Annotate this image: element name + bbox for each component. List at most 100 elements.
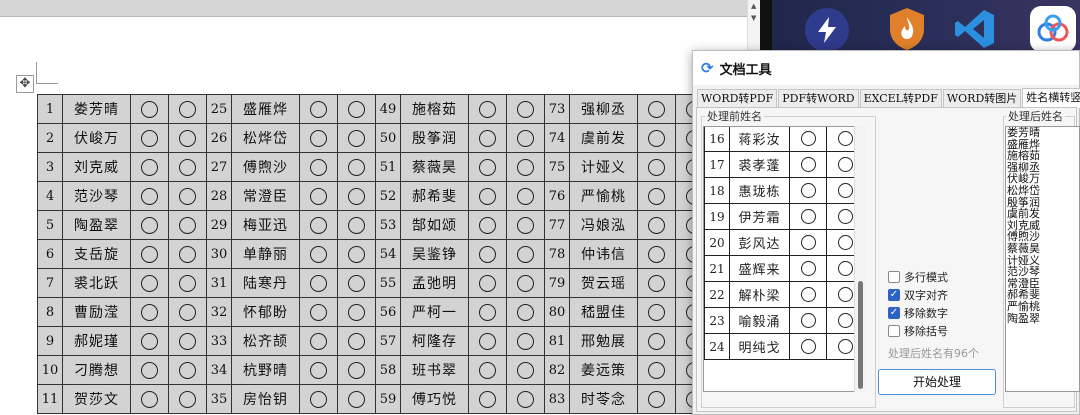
circle-cell[interactable] xyxy=(468,152,507,182)
option-3[interactable]: ✓ 移除数字 xyxy=(888,304,948,322)
circle-cell[interactable] xyxy=(299,355,338,385)
circle-cell[interactable] xyxy=(506,326,545,356)
circle-cell[interactable] xyxy=(468,268,507,298)
tab-1[interactable]: WORD转PDF xyxy=(697,89,778,107)
circle-cell[interactable] xyxy=(468,239,507,269)
circle-cell[interactable] xyxy=(337,123,376,153)
checkbox[interactable] xyxy=(888,271,900,283)
circle-cell[interactable] xyxy=(468,181,507,211)
circle-cell[interactable] xyxy=(506,239,545,269)
checkbox[interactable]: ✓ xyxy=(888,307,900,319)
vscode-icon[interactable] xyxy=(952,6,998,52)
circle-cell[interactable] xyxy=(299,297,338,327)
circle-cell[interactable] xyxy=(130,268,169,298)
circle-cell[interactable] xyxy=(130,355,169,385)
circle-cell[interactable] xyxy=(506,210,545,240)
circle-cell[interactable] xyxy=(506,123,545,153)
circle-cell[interactable] xyxy=(168,297,207,327)
lightning-icon[interactable] xyxy=(805,8,849,52)
circle-cell[interactable] xyxy=(299,210,338,240)
circle-cell[interactable] xyxy=(168,210,207,240)
circle-cell[interactable] xyxy=(130,94,169,124)
circle-cell[interactable] xyxy=(637,181,676,211)
circle-cell[interactable] xyxy=(637,123,676,153)
circle-cell[interactable] xyxy=(168,326,207,356)
start-processing-button[interactable]: 开始处理 xyxy=(878,369,996,395)
circle-cell[interactable] xyxy=(299,384,338,414)
circle-cell[interactable] xyxy=(337,384,376,414)
circle-cell[interactable] xyxy=(168,384,207,414)
circle-cell[interactable] xyxy=(337,268,376,298)
circle-cell[interactable] xyxy=(130,181,169,211)
option-1[interactable]: 多行模式 xyxy=(888,268,948,286)
dialog-titlebar[interactable]: ⟳ 文档工具 xyxy=(693,51,1079,85)
checkbox[interactable] xyxy=(888,325,900,337)
checkbox[interactable]: ✓ xyxy=(888,289,900,301)
circle-cell[interactable] xyxy=(637,94,676,124)
circle-cell[interactable] xyxy=(506,268,545,298)
scrollbar-thumb[interactable] xyxy=(858,281,863,389)
circle-cell[interactable] xyxy=(337,239,376,269)
circle-cell[interactable] xyxy=(168,181,207,211)
circle-cell[interactable] xyxy=(468,210,507,240)
circle-cell[interactable] xyxy=(130,210,169,240)
tab-3[interactable]: EXCEL转PDF xyxy=(859,89,942,107)
circle-cell[interactable] xyxy=(506,384,545,414)
circle-cell[interactable] xyxy=(168,123,207,153)
option-2[interactable]: ✓ 双字对齐 xyxy=(888,286,948,304)
circle-cell[interactable] xyxy=(506,94,545,124)
circle-cell[interactable] xyxy=(299,123,338,153)
shield-fire-icon[interactable] xyxy=(884,6,930,52)
circle-cell[interactable] xyxy=(130,297,169,327)
circle-cell[interactable] xyxy=(299,268,338,298)
circle-cell[interactable] xyxy=(337,210,376,240)
tab-2[interactable]: PDF转WORD xyxy=(778,89,859,107)
circle-cell[interactable] xyxy=(299,181,338,211)
circle-cell[interactable] xyxy=(168,94,207,124)
circle-cell[interactable] xyxy=(337,181,376,211)
circle-cell[interactable] xyxy=(337,326,376,356)
circle-cell[interactable] xyxy=(299,239,338,269)
circle-cell[interactable] xyxy=(168,239,207,269)
circle-cell[interactable] xyxy=(130,152,169,182)
circle-cell[interactable] xyxy=(468,355,507,385)
circle-cell[interactable] xyxy=(637,268,676,298)
tab-5[interactable]: 姓名横转竖列 xyxy=(1022,88,1080,108)
circle-cell[interactable] xyxy=(637,239,676,269)
cloud-app-icon[interactable] xyxy=(1030,6,1076,52)
circle-cell[interactable] xyxy=(468,384,507,414)
circle-cell[interactable] xyxy=(637,355,676,385)
circle-cell[interactable] xyxy=(168,268,207,298)
circle-cell[interactable] xyxy=(468,94,507,124)
circle-cell[interactable] xyxy=(337,355,376,385)
circle-cell[interactable] xyxy=(337,297,376,327)
circle-cell[interactable] xyxy=(506,181,545,211)
before-scrollbar[interactable] xyxy=(854,126,866,392)
circle-cell[interactable] xyxy=(468,326,507,356)
circle-cell[interactable] xyxy=(637,384,676,414)
scroll-up-icon[interactable]: ▲ xyxy=(751,2,756,10)
scroll-down-icon[interactable]: ▼ xyxy=(751,14,756,22)
after-names-textarea[interactable]: 娄芳晴 盛雁烨 施榕茹 强柳丞 伏峻万 松烨岱 殷筝润 虞前发 刘克威 傅煦沙 蔡薇昊 计娅义 范沙琴常… xyxy=(1005,126,1080,392)
circle-cell[interactable] xyxy=(168,152,207,182)
circle-cell[interactable] xyxy=(130,384,169,414)
table-move-handle-icon[interactable]: ✥ xyxy=(16,75,34,93)
circle-cell[interactable] xyxy=(637,152,676,182)
circle-cell[interactable] xyxy=(637,210,676,240)
circle-cell[interactable] xyxy=(468,123,507,153)
circle-cell[interactable] xyxy=(130,326,169,356)
circle-cell[interactable] xyxy=(337,152,376,182)
circle-cell[interactable] xyxy=(299,152,338,182)
circle-cell[interactable] xyxy=(337,94,376,124)
circle-cell[interactable] xyxy=(506,297,545,327)
circle-cell[interactable] xyxy=(130,123,169,153)
circle-cell[interactable] xyxy=(299,94,338,124)
circle-cell[interactable] xyxy=(468,297,507,327)
circle-cell[interactable] xyxy=(130,239,169,269)
circle-cell[interactable] xyxy=(506,355,545,385)
option-4[interactable]: 移除括号 xyxy=(888,322,948,340)
tab-4[interactable]: WORD转图片 xyxy=(942,89,1022,107)
circle-cell[interactable] xyxy=(637,297,676,327)
circle-cell[interactable] xyxy=(637,326,676,356)
circle-cell[interactable] xyxy=(506,152,545,182)
